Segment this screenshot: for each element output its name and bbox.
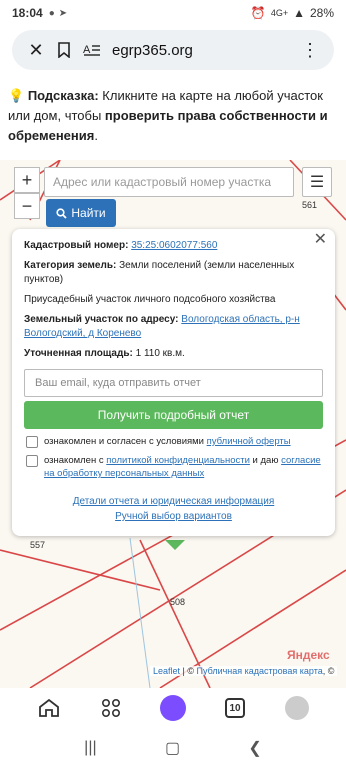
alice-assistant-icon[interactable] [158,693,188,723]
system-nav-bar: ||| ▢ ❮ [0,728,346,768]
privacy-mid: и даю [249,455,282,466]
privacy-agreement: ознакомлен с политикой конфиденциальност… [24,454,323,480]
cadastral-number-link[interactable]: 35:25:0602077:560 [131,240,217,251]
address-row: Земельный участок по адресу: Вологодская… [24,313,323,341]
network-label: 4G+ [270,8,289,18]
privacy-checkbox[interactable] [26,455,38,467]
alarm-icon: ⏰ [250,6,266,20]
status-bar: 18:04 ● ➤ ⏰ 4G+ ▲ 28% [0,0,346,26]
find-button[interactable]: Найти [46,199,116,227]
hint-end: . [94,128,98,143]
tabs-button[interactable]: 10 [220,693,250,723]
home-icon[interactable] [34,693,64,723]
get-report-button[interactable]: Получить подробный отчет [24,401,323,429]
area-value: 1 110 кв.м. [135,348,185,359]
privacy-text: ознакомлен с [44,455,107,466]
search-icon [56,207,68,219]
area-label: Уточненная площадь: [24,348,133,359]
attribution-sep: | © [180,666,197,676]
recent-apps-icon[interactable]: ||| [84,739,96,757]
offer-agreement: ознакомлен и согласен с условиями публич… [24,435,323,448]
cad-label: Кадастровый номер: [24,240,129,251]
email-input[interactable]: Ваш email, куда отправить отчет [24,369,323,397]
battery-label: 28% [309,6,334,20]
status-time: 18:04 [12,6,43,20]
popup-links: Детали отчета и юридическая информация Р… [24,494,323,524]
more-menu-icon[interactable]: ⋮ [296,36,324,64]
bookmark-icon[interactable] [50,36,78,64]
manual-selection-link[interactable]: Ручной выбор вариантов [24,509,323,524]
category-label: Категория земель: [24,260,117,271]
signal-icon: ▲ [293,6,305,20]
offer-checkbox[interactable] [26,436,38,448]
parcel-info-popup: ✕ Кадастровый номер: 35:25:0602077:560 К… [12,229,335,536]
url-field[interactable]: egrp365.org [106,42,296,59]
find-label: Найти [71,206,106,220]
svg-text:A: A [83,44,91,56]
hamburger-menu-button[interactable]: ☰ [302,167,332,197]
reader-mode-icon[interactable]: A [78,36,106,64]
usage-text: Приусадебный участок личного подсобного … [24,294,276,305]
pkk-link[interactable]: Публичная кадастровая карта [197,666,323,676]
privacy-policy-link[interactable]: политикой конфиденциальности [106,455,250,466]
address-search-input[interactable]: Адрес или кадастровый номер участка [44,167,294,197]
telegram-icon: ➤ [58,7,68,19]
close-icon[interactable]: ✕ [22,36,50,64]
parcel-label: 561 [302,200,318,210]
area-row: Уточненная площадь: 1 110 кв.м. [24,347,323,361]
avatar [285,696,309,720]
back-icon[interactable]: ❮ [248,738,261,758]
parcel-label: 557 [30,540,46,550]
parcel-label: 508 [170,597,186,607]
attribution-end: , © [322,666,335,676]
close-icon[interactable]: ✕ [314,232,327,248]
category-row: Категория земель: Земли поселений (земли… [24,259,323,287]
browser-toolbar: ✕ A egrp365.org ⋮ [12,30,334,70]
offer-link[interactable]: публичной оферты [207,436,291,447]
browser-bottom-bar: 10 [0,688,346,728]
map-attribution: Leaflet | © Публичная кадастровая карта,… [150,666,338,676]
message-icon: ● [48,7,55,19]
alice-circle [160,695,186,721]
yandex-logo: Яндекс [287,648,330,662]
tabs-count: 10 [225,698,245,718]
profile-avatar[interactable] [282,693,312,723]
address-label: Земельный участок по адресу: [24,314,179,325]
hint-text: 💡 Подсказка: Кликните на карте на любой … [8,86,338,146]
zoom-out-button[interactable]: − [14,193,40,219]
hint-label: Подсказка: [27,88,99,103]
lightbulb-icon: 💡 [8,88,25,103]
leaflet-link[interactable]: Leaflet [153,666,180,676]
offer-text: ознакомлен и согласен с условиями [44,436,207,447]
apps-grid-icon[interactable] [96,693,126,723]
home-nav-icon[interactable]: ▢ [165,738,180,758]
report-details-link[interactable]: Детали отчета и юридическая информация [24,494,323,509]
cadastral-number-row: Кадастровый номер: 35:25:0602077:560 [24,239,323,253]
zoom-in-button[interactable]: + [14,167,40,193]
